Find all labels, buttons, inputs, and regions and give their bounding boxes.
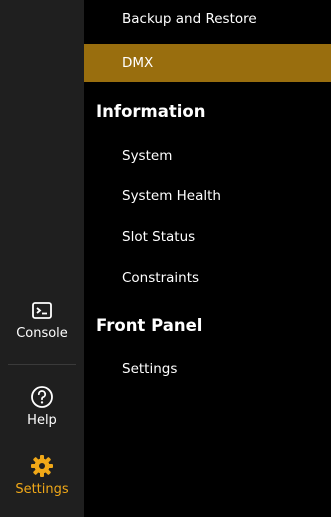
menu-item-dmx[interactable]: DMX [84, 44, 331, 82]
console-label: Console [16, 326, 68, 341]
menu-item-settings[interactable]: Settings [84, 350, 331, 388]
navigation-rail: Console Help Settings [0, 0, 84, 517]
help-icon [31, 386, 53, 408]
help-button[interactable]: Help [0, 385, 84, 428]
menu-item-system[interactable]: System [84, 137, 331, 175]
menu-item-backup-and-restore[interactable]: Backup and Restore [84, 0, 331, 38]
console-button[interactable]: Console [0, 300, 84, 341]
settings-menu: Backup and Restore DMX Information Syste… [84, 0, 331, 517]
settings-label: Settings [15, 482, 69, 497]
rail-divider [8, 364, 76, 365]
menu-item-slot-status[interactable]: Slot Status [84, 218, 331, 256]
section-heading-information: Information [96, 101, 206, 121]
menu-item-system-health[interactable]: System Health [84, 177, 331, 215]
menu-item-constraints[interactable]: Constraints [84, 259, 331, 297]
settings-button[interactable]: Settings [0, 454, 84, 497]
section-heading-front-panel: Front Panel [96, 315, 203, 335]
help-label: Help [27, 413, 57, 428]
terminal-icon [32, 302, 52, 319]
gear-icon [31, 455, 53, 477]
